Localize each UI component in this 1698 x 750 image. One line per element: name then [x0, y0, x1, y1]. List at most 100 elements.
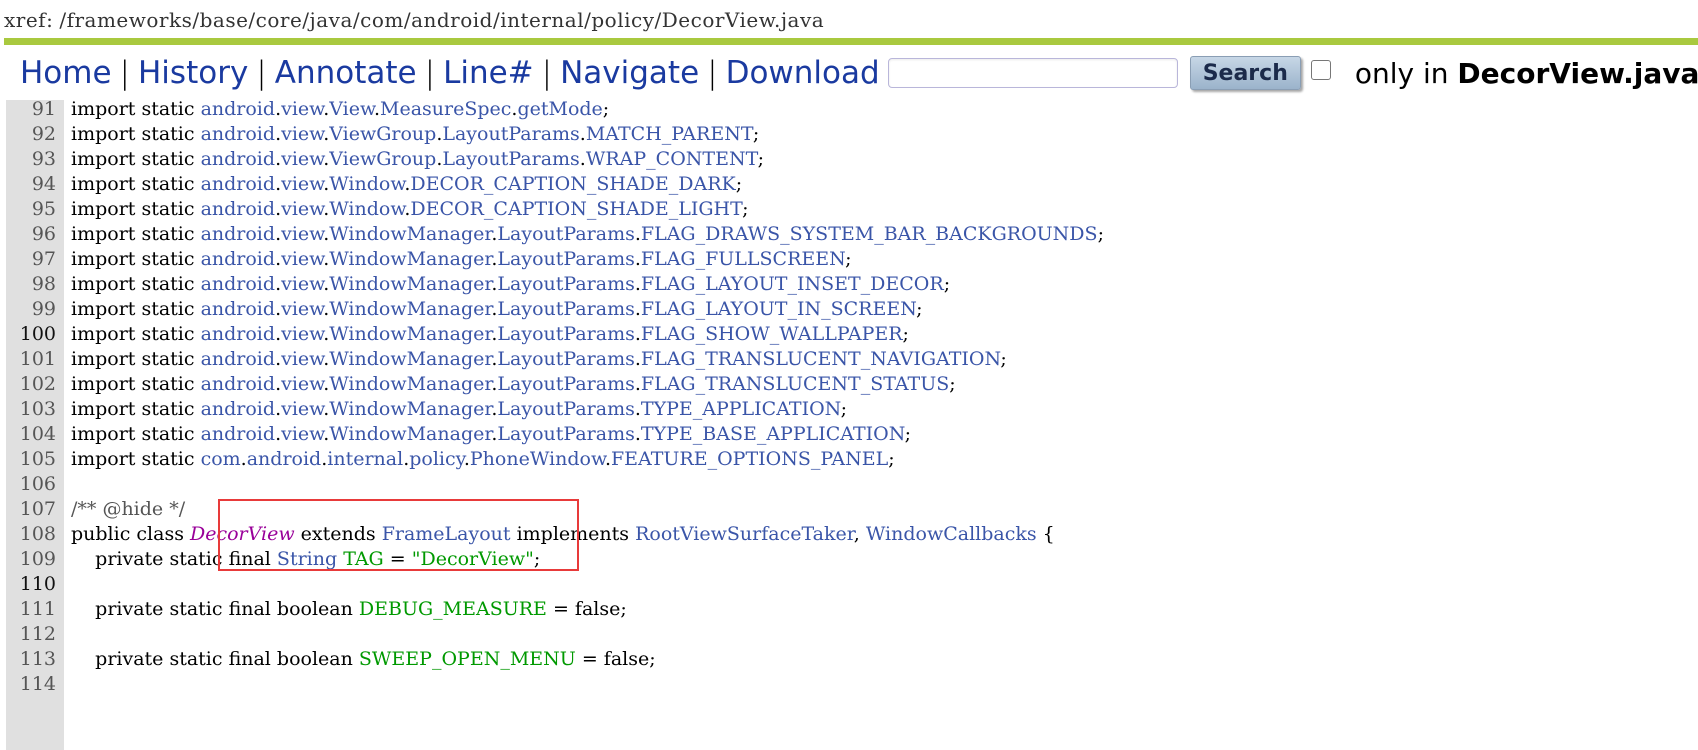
code-token[interactable]: android	[201, 173, 276, 195]
line-number-link[interactable]: 104	[6, 422, 56, 447]
code-token[interactable]: View	[329, 100, 374, 120]
xref-file-path[interactable]: /frameworks/base/core/java/com/android/i…	[59, 8, 824, 32]
code-token[interactable]: WindowManager	[329, 398, 491, 420]
code-token[interactable]: WindowManager	[329, 373, 491, 395]
code-token[interactable]: ViewGroup	[329, 123, 436, 145]
line-number-link[interactable]: 93	[6, 147, 56, 172]
code-token[interactable]: LayoutParams	[497, 348, 634, 370]
code-token[interactable]: WindowManager	[329, 223, 491, 245]
code-token[interactable]: WindowManager	[329, 348, 491, 370]
line-number-link[interactable]: 103	[6, 397, 56, 422]
line-number-link[interactable]: 94	[6, 172, 56, 197]
code-token[interactable]: view	[281, 100, 323, 120]
code-token[interactable]: LayoutParams	[442, 148, 579, 170]
code-token[interactable]: com	[201, 448, 241, 470]
code-token[interactable]: android	[201, 273, 276, 295]
nav-home-link[interactable]: Home	[20, 55, 112, 91]
code-token[interactable]: view	[281, 248, 323, 270]
code-token[interactable]: WindowManager	[329, 248, 491, 270]
code-token[interactable]: android	[201, 148, 276, 170]
code-token[interactable]: DECOR_CAPTION_SHADE_DARK	[410, 173, 735, 195]
code-token[interactable]: view	[281, 298, 323, 320]
search-input[interactable]	[887, 58, 1178, 88]
only-in-file-checkbox[interactable]	[1310, 60, 1331, 80]
code-token[interactable]: android	[201, 398, 276, 420]
line-number-link[interactable]: 106	[6, 472, 56, 497]
line-number-link[interactable]: 107	[6, 497, 56, 522]
code-token[interactable]: MeasureSpec	[380, 100, 511, 120]
code-token[interactable]: Window	[329, 198, 404, 220]
line-number-link[interactable]: 95	[6, 197, 56, 222]
code-token[interactable]: LayoutParams	[442, 123, 579, 145]
line-number-link[interactable]: 96	[6, 222, 56, 247]
search-button[interactable]: Search	[1189, 56, 1301, 90]
line-number-link[interactable]: 108	[6, 522, 56, 547]
code-token[interactable]: MATCH_PARENT	[586, 123, 753, 145]
code-token[interactable]: policy	[409, 448, 464, 470]
code-token[interactable]: LayoutParams	[497, 298, 634, 320]
code-token[interactable]: Window	[329, 173, 404, 195]
line-number-link[interactable]: 102	[6, 372, 56, 397]
code-token[interactable]: PhoneWindow	[470, 448, 605, 470]
line-number-link[interactable]: 110	[6, 572, 56, 597]
code-token[interactable]: getMode	[517, 100, 602, 120]
code-token[interactable]: view	[281, 348, 323, 370]
code-token[interactable]: view	[281, 398, 323, 420]
nav-line-number-link[interactable]: Line#	[443, 55, 534, 91]
code-token[interactable]: WRAP_CONTENT	[586, 148, 758, 170]
code-token[interactable]: view	[281, 323, 323, 345]
code-token[interactable]: FLAG_FULLSCREEN	[641, 248, 845, 270]
code-token[interactable]: view	[281, 373, 323, 395]
code-token[interactable]: view	[281, 148, 323, 170]
code-token[interactable]: view	[281, 123, 323, 145]
code-token[interactable]: FEATURE_OPTIONS_PANEL	[611, 448, 888, 470]
code-token[interactable]: RootViewSurfaceTaker	[635, 523, 854, 545]
code-token[interactable]: LayoutParams	[497, 398, 634, 420]
line-number-link[interactable]: 100	[6, 322, 56, 347]
code-token[interactable]: FLAG_TRANSLUCENT_NAVIGATION	[641, 348, 1001, 370]
code-token[interactable]: android	[201, 123, 276, 145]
code-token[interactable]: WindowManager	[329, 273, 491, 295]
line-number-link[interactable]: 92	[6, 122, 56, 147]
line-number-link[interactable]: 111	[6, 597, 56, 622]
code-token[interactable]: view	[281, 198, 323, 220]
code-token[interactable]: android	[201, 323, 276, 345]
code-token[interactable]: FLAG_LAYOUT_INSET_DECOR	[641, 273, 944, 295]
code-token[interactable]: WindowManager	[329, 298, 491, 320]
code-token[interactable]: android	[201, 373, 276, 395]
code-token[interactable]: view	[281, 173, 323, 195]
code-token[interactable]: android	[201, 248, 276, 270]
code-token[interactable]: android	[201, 423, 276, 445]
code-token[interactable]: TYPE_BASE_APPLICATION	[641, 423, 905, 445]
code-token[interactable]: view	[281, 273, 323, 295]
code-token[interactable]: view	[281, 423, 323, 445]
code-token[interactable]: LayoutParams	[497, 323, 634, 345]
code-token[interactable]: android	[201, 348, 276, 370]
line-number-link[interactable]: 101	[6, 347, 56, 372]
code-token[interactable]: WindowManager	[329, 323, 491, 345]
code-token[interactable]: android	[201, 100, 276, 120]
code-token[interactable]: DECOR_CAPTION_SHADE_LIGHT	[410, 198, 742, 220]
code-token[interactable]: android	[201, 223, 276, 245]
line-number-link[interactable]: 98	[6, 272, 56, 297]
line-number-link[interactable]: 99	[6, 297, 56, 322]
nav-history-link[interactable]: History	[138, 55, 248, 91]
code-token[interactable]: LayoutParams	[497, 273, 634, 295]
code-token[interactable]: LayoutParams	[497, 248, 634, 270]
code-token[interactable]: LayoutParams	[497, 423, 634, 445]
code-token[interactable]: FrameLayout	[382, 523, 511, 545]
code-token[interactable]: android	[201, 198, 276, 220]
code-token[interactable]: FLAG_SHOW_WALLPAPER	[641, 323, 903, 345]
line-number-link[interactable]: 97	[6, 247, 56, 272]
nav-annotate-link[interactable]: Annotate	[275, 55, 417, 91]
code-token[interactable]: WindowCallbacks	[866, 523, 1037, 545]
code-token[interactable]: FLAG_DRAWS_SYSTEM_BAR_BACKGROUNDS	[641, 223, 1098, 245]
code-token[interactable]: String	[277, 548, 337, 570]
nav-navigate-link[interactable]: Navigate	[560, 55, 699, 91]
code-token[interactable]: FLAG_TRANSLUCENT_STATUS	[641, 373, 949, 395]
code-token[interactable]: TYPE_APPLICATION	[641, 398, 841, 420]
line-number-link[interactable]: 91	[6, 100, 56, 122]
line-number-link[interactable]: 113	[6, 647, 56, 672]
code-token[interactable]: internal	[327, 448, 403, 470]
line-number-link[interactable]: 109	[6, 547, 56, 572]
